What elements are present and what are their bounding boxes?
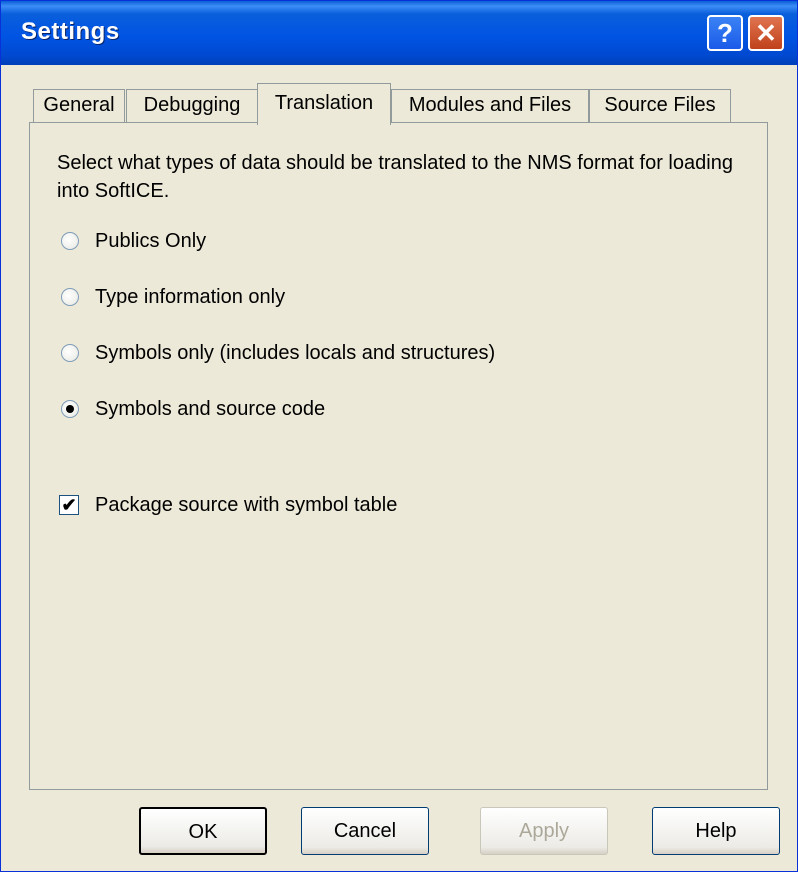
apply-button[interactable]: Apply — [480, 807, 608, 855]
radio-symbols-only[interactable]: Symbols only (includes locals and struct… — [61, 339, 495, 367]
tab-panel-translation — [29, 122, 768, 790]
help-button[interactable]: Help — [652, 807, 780, 855]
radio-label: Symbols only (includes locals and struct… — [95, 341, 496, 364]
tab-translation[interactable]: Translation — [257, 83, 391, 125]
window-title: Settings — [21, 18, 120, 45]
settings-dialog: Settings ? ✕ General Debugging Translati… — [0, 0, 798, 872]
tab-modules-and-files[interactable]: Modules and Files — [391, 89, 589, 123]
radio-button[interactable] — [61, 232, 79, 250]
checkmark-icon[interactable]: ✔ — [59, 495, 79, 515]
radio-label: Publics Only — [95, 229, 207, 252]
tab-label: General — [43, 94, 115, 116]
tab-label: Source Files — [604, 94, 716, 116]
ok-button[interactable]: OK — [139, 807, 267, 855]
description-text: Select what types of data should be tran… — [57, 152, 733, 202]
tab-source-files[interactable]: Source Files — [589, 89, 731, 123]
radio-type-information-only[interactable]: Type information only — [61, 283, 285, 311]
tab-debugging[interactable]: Debugging — [126, 89, 258, 123]
radio-button[interactable] — [61, 288, 79, 306]
checkbox-label: Package source with symbol table — [95, 493, 398, 516]
cancel-button[interactable]: Cancel — [301, 807, 429, 855]
tab-label: Translation — [274, 92, 374, 114]
help-icon[interactable]: ? — [707, 15, 743, 51]
radio-publics-only[interactable]: Publics Only — [61, 227, 206, 255]
tab-general[interactable]: General — [33, 89, 125, 123]
radio-button-selected[interactable] — [61, 400, 79, 418]
package-source-checkbox-row[interactable]: ✔ Package source with symbol table — [59, 491, 397, 519]
radio-button[interactable] — [61, 344, 79, 362]
close-icon[interactable]: ✕ — [748, 15, 784, 51]
radio-symbols-and-source-code[interactable]: Symbols and source code — [61, 395, 325, 423]
radio-label: Type information only — [95, 285, 286, 308]
title-bar[interactable]: Settings ? ✕ — [1, 1, 797, 65]
radio-label: Symbols and source code — [95, 397, 326, 420]
tab-label: Debugging — [143, 94, 241, 116]
tab-label: Modules and Files — [408, 94, 572, 116]
